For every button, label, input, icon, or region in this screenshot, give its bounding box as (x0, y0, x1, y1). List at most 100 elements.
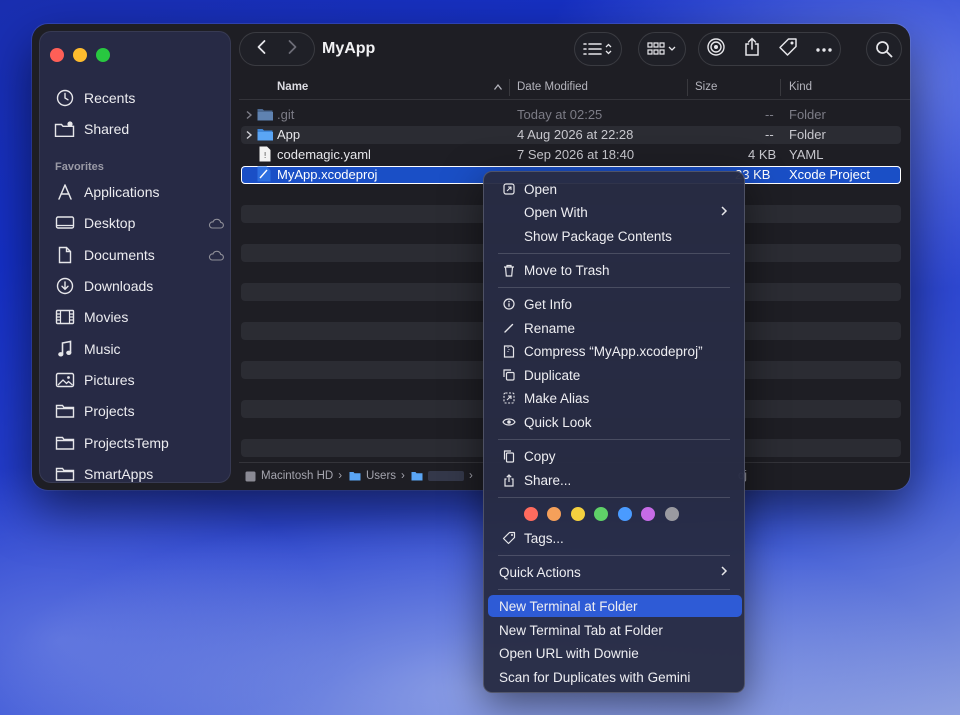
menu-share[interactable]: Share... (488, 469, 742, 491)
menu-compress[interactable]: Compress “MyApp.xcodeproj” (488, 340, 742, 362)
menu-open-url-with-downie[interactable]: Open URL with Downie (488, 642, 742, 664)
menu-separator (498, 589, 730, 590)
column-header: Name Date Modified Size Kind (239, 76, 910, 100)
file-size: -- (765, 127, 774, 142)
menu-open-with[interactable]: Open With (488, 201, 742, 223)
menu-separator (498, 287, 730, 288)
file-row[interactable]: App 4 Aug 2026 at 22:28 -- Folder (241, 126, 901, 144)
minimize-button[interactable] (73, 48, 87, 62)
tag-icon[interactable] (778, 37, 798, 62)
sidebar-item-label: Applications (84, 184, 160, 200)
menu-make-alias[interactable]: Make Alias (488, 387, 742, 409)
menu-show-package-contents[interactable]: Show Package Contents (488, 225, 742, 247)
favorites-heading: Favorites (55, 161, 104, 173)
search-button[interactable] (866, 32, 902, 66)
folder-icon (257, 127, 273, 144)
menu-quick-actions[interactable]: Quick Actions (488, 561, 742, 583)
file-row[interactable]: ! codemagic.yaml 7 Sep 2026 at 18:40 4 K… (241, 146, 901, 164)
tag-color-orange[interactable] (547, 507, 561, 521)
file-kind: Folder (789, 107, 826, 122)
sidebar-item-label: Movies (84, 309, 129, 325)
folder-icon (411, 472, 423, 481)
list-view-icon (583, 43, 612, 55)
sidebar-item-music[interactable]: Music (54, 336, 224, 362)
chevron-right-icon (720, 204, 728, 221)
column-date[interactable]: Date Modified (517, 81, 588, 93)
sidebar-item-movies[interactable]: Movies (54, 304, 224, 330)
menu-quick-look[interactable]: Quick Look (488, 411, 742, 433)
tag-color-purple[interactable] (641, 507, 655, 521)
sidebar-item-label: ProjectsTemp (84, 435, 169, 451)
column-size[interactable]: Size (695, 81, 717, 93)
tag-color-blue[interactable] (618, 507, 632, 521)
alias-icon (499, 392, 519, 404)
sidebar-item-projects[interactable]: Projects (54, 398, 224, 424)
view-options-button[interactable] (574, 32, 622, 66)
menu-scan-duplicates-gemini[interactable]: Scan for Duplicates with Gemini (488, 666, 742, 688)
info-icon (499, 298, 519, 310)
file-date: Today at 02:25 (517, 107, 603, 122)
menu-separator (498, 439, 730, 440)
tag-color-yellow[interactable] (571, 507, 585, 521)
menu-duplicate[interactable]: Duplicate (488, 364, 742, 386)
sidebar-item-pictures[interactable]: Pictures (54, 367, 224, 393)
desktop-icon (54, 213, 76, 233)
duplicate-icon (499, 369, 519, 381)
icloud-icon (208, 248, 224, 264)
menu-new-terminal-tab-at-folder[interactable]: New Terminal Tab at Folder (488, 619, 742, 641)
airdrop-icon[interactable] (706, 37, 726, 62)
column-kind[interactable]: Kind (789, 81, 812, 93)
folder-icon (349, 472, 361, 481)
path-item-users[interactable]: Users › (349, 470, 405, 482)
file-kind: YAML (789, 147, 824, 162)
sidebar-item-applications[interactable]: Applications (54, 179, 224, 205)
column-name[interactable]: Name (277, 81, 308, 93)
tag-color-green[interactable] (594, 507, 608, 521)
path-item-user[interactable]: › (411, 470, 473, 482)
menu-open[interactable]: Open (488, 178, 742, 200)
back-button[interactable] (252, 37, 272, 62)
disclosure-triangle-icon[interactable] (245, 108, 253, 123)
search-icon (876, 41, 893, 58)
group-button[interactable] (638, 32, 686, 66)
applications-icon (54, 182, 76, 202)
sidebar-item-downloads[interactable]: Downloads (54, 273, 224, 299)
eye-icon (499, 417, 519, 427)
more-icon[interactable] (815, 40, 833, 58)
sidebar-item-recents[interactable]: Recents (54, 85, 224, 111)
sidebar-item-label: Pictures (84, 372, 135, 388)
zoom-button[interactable] (96, 48, 110, 62)
sidebar-item-documents[interactable]: Documents (54, 242, 224, 268)
menu-separator (498, 497, 730, 498)
forward-button[interactable] (282, 37, 302, 62)
menu-move-to-trash[interactable]: Move to Trash (488, 259, 742, 281)
redacted-username (428, 471, 464, 481)
hard-disk-icon (245, 471, 256, 481)
share-icon[interactable] (743, 36, 761, 62)
file-name: .git (277, 107, 295, 122)
path-item-disk[interactable]: Macintosh HD › (245, 470, 342, 482)
copy-icon (499, 449, 519, 463)
close-button[interactable] (50, 48, 64, 62)
sidebar: Recents Shared Favorites Applications De… (39, 31, 231, 483)
menu-get-info[interactable]: Get Info (488, 293, 742, 315)
svg-text:!: ! (264, 151, 267, 160)
share-icon (499, 473, 519, 487)
icloud-icon (208, 216, 224, 232)
menu-tags[interactable]: Tags... (488, 527, 742, 549)
sidebar-item-desktop[interactable]: Desktop (54, 210, 224, 236)
tag-color-gray[interactable] (665, 507, 679, 521)
menu-new-terminal-at-folder[interactable]: New Terminal at Folder (488, 595, 742, 617)
sidebar-item-shared[interactable]: Shared (54, 116, 224, 142)
menu-copy[interactable]: Copy (488, 445, 742, 467)
sidebar-item-smartapps[interactable]: SmartApps (54, 461, 224, 487)
menu-rename[interactable]: Rename (488, 317, 742, 339)
sidebar-item-projectstemp[interactable]: ProjectsTemp (54, 430, 224, 456)
music-note-icon (54, 339, 76, 359)
finder-window: Recents Shared Favorites Applications De… (32, 24, 910, 490)
sidebar-item-label: Documents (84, 247, 155, 263)
pencil-icon (499, 322, 519, 334)
file-row[interactable]: .git Today at 02:25 -- Folder (241, 106, 901, 124)
tag-color-red[interactable] (524, 507, 538, 521)
disclosure-triangle-icon[interactable] (245, 128, 253, 143)
